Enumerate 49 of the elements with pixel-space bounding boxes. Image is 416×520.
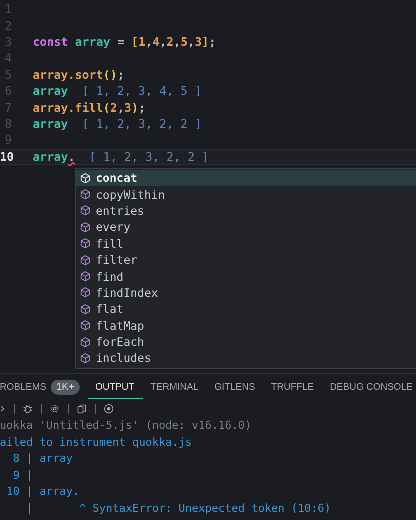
code-line: array.sort();	[33, 68, 124, 82]
chevron-icon[interactable]	[1, 404, 6, 414]
cube-icon	[80, 172, 91, 184]
cube-icon	[80, 205, 91, 216]
cube-icon	[80, 304, 91, 315]
panel-tab[interactable]: DEBUG CONSOLE	[322, 376, 416, 398]
output-line: 9 |	[12, 468, 34, 484]
cube-icon	[80, 336, 91, 348]
cube-icon	[80, 222, 91, 233]
output-line: 8 | array	[12, 451, 74, 467]
suggestion-item[interactable]: findIndex	[76, 284, 416, 302]
cube-icon	[80, 320, 91, 332]
panel-tab[interactable]: TRUFFLE	[263, 376, 322, 398]
code-line: array [ 1, 2, 3, 4, 5 ]	[33, 84, 202, 98]
code-line: array [ 1, 2, 3, 2, 2 ]	[33, 116, 202, 131]
suggestion-item[interactable]: flatMap	[76, 318, 416, 334]
output-line: ailed to instrument quokka.js	[0, 434, 194, 450]
target-icon[interactable]	[104, 404, 114, 414]
count-badge: 1K+	[51, 380, 80, 394]
code-line: array. [ 1, 2, 3, 2, 2 ]	[33, 150, 209, 164]
suggestion-item[interactable]: concat	[76, 170, 416, 186]
bug-icon[interactable]	[23, 404, 33, 414]
cube-icon	[80, 352, 91, 364]
code-line: const array = [1,4,2,5,3];	[33, 34, 216, 49]
suggestion-item[interactable]: filter	[76, 252, 416, 268]
cube-icon	[80, 271, 91, 282]
suggestion-item[interactable]: find	[76, 268, 416, 285]
output-line: uokka 'Untitled-5.js' (node: v16.16.0)	[0, 418, 253, 434]
copy-icon[interactable]	[77, 404, 87, 414]
cube-icon	[80, 238, 91, 250]
suggestion-item[interactable]: includes	[76, 350, 416, 367]
output-line: 10 | array.	[6, 484, 80, 500]
suggestion-item[interactable]: every	[76, 219, 416, 236]
line-number: 10	[0, 150, 12, 164]
panel-tab[interactable]: ROBLEMS	[0, 376, 52, 398]
panel-tab[interactable]: OUTPUT	[88, 376, 143, 398]
output-line: | ^ SyntaxError: Unexpected token (10:6)	[25, 500, 332, 517]
panel-tab[interactable]: TERMINAL	[142, 376, 207, 398]
suggestion-item[interactable]: entries	[76, 202, 416, 220]
panel-tab[interactable]: GITLENS	[206, 376, 264, 398]
suggestion-item[interactable]: fill	[76, 236, 416, 252]
cube-icon	[80, 189, 91, 200]
gear-icon[interactable]	[50, 404, 60, 414]
cube-icon	[80, 254, 91, 266]
code-line: array.fill(2,3);	[33, 100, 146, 115]
cube-icon	[80, 287, 91, 298]
suggestion-item[interactable]: flat	[76, 301, 416, 318]
suggestion-item[interactable]: forEach	[76, 334, 416, 350]
suggestion-item[interactable]: copyWithin	[76, 186, 416, 203]
